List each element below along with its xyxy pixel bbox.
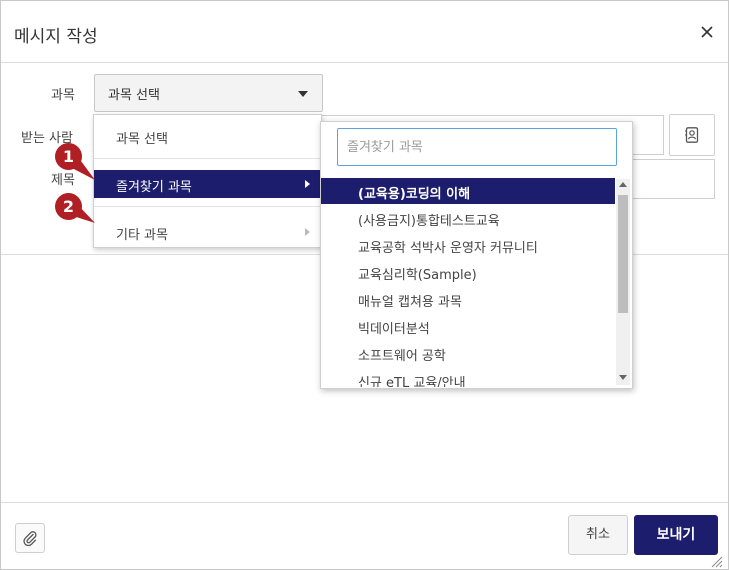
favorite-courses-submenu: (교육용)코딩의 이해 (사용금지)통합테스트교육 교육공학 석박사 운영자 커…: [320, 121, 633, 389]
list-item-label: 소프트웨어 공학: [358, 349, 446, 364]
address-book-icon: [685, 127, 699, 143]
callout-badge: 1: [55, 143, 82, 170]
list-item-label: 신규 eTL 교육/안내: [358, 376, 466, 387]
caret-right-icon: [305, 228, 310, 236]
course-label: 과목: [51, 88, 75, 103]
favorite-search-box: [337, 128, 617, 166]
scroll-down-icon[interactable]: [619, 375, 627, 380]
list-item-label: 매뉴얼 캡쳐용 과목: [358, 295, 462, 310]
list-item[interactable]: (교육용)코딩의 이해: [321, 178, 615, 204]
dialog-title: 메시지 작성: [14, 27, 98, 47]
list-item[interactable]: 신규 eTL 교육/안내: [321, 367, 615, 387]
dialog-header: 메시지 작성: [1, 1, 728, 63]
list-item[interactable]: 빅데이터분석: [321, 313, 615, 339]
list-item-label: (사용금지)통합테스트교육: [358, 214, 500, 229]
cancel-button[interactable]: 취소: [568, 515, 628, 555]
menu-divider: [94, 206, 321, 207]
menu-item-label: 즐겨찾기 과목: [116, 180, 192, 195]
list-item[interactable]: 소프트웨어 공학: [321, 340, 615, 366]
attach-file-button[interactable]: [15, 523, 45, 553]
resize-grip-icon[interactable]: [709, 554, 723, 568]
close-button[interactable]: [694, 19, 720, 45]
list-item[interactable]: 교육공학 석박사 운영자 커뮤니티: [321, 232, 615, 258]
list-item-label: 빅데이터분석: [358, 322, 430, 337]
course-dropdown-menu: 과목 선택 즐겨찾기 과목 기타 과목: [93, 114, 322, 248]
list-item[interactable]: 교육심리학(Sample): [321, 259, 615, 285]
footer-divider: [1, 502, 728, 503]
menu-item-favorite-courses[interactable]: 즐겨찾기 과목: [94, 170, 321, 198]
list-item[interactable]: (사용금지)통합테스트교육: [321, 205, 615, 231]
menu-item-other-courses[interactable]: 기타 과목: [94, 217, 321, 245]
caret-down-icon: [298, 91, 308, 97]
caret-right-icon: [305, 180, 310, 188]
list-item-label: 교육공학 석박사 운영자 커뮤니티: [358, 241, 538, 256]
send-button[interactable]: 보내기: [634, 515, 718, 555]
menu-divider: [94, 158, 321, 159]
menu-item-select-course[interactable]: 과목 선택: [94, 115, 321, 158]
course-select-value: 과목 선택: [108, 88, 160, 103]
paperclip-icon: [23, 531, 37, 546]
favorite-course-list: (교육용)코딩의 이해 (사용금지)통합테스트교육 교육공학 석박사 운영자 커…: [321, 177, 615, 387]
scrollbar-thumb[interactable]: [618, 195, 628, 313]
address-book-button[interactable]: [669, 114, 715, 156]
list-item[interactable]: 매뉴얼 캡쳐용 과목: [321, 286, 615, 312]
menu-item-label: 과목 선택: [116, 132, 168, 147]
course-select[interactable]: 과목 선택: [94, 74, 323, 112]
scroll-up-icon[interactable]: [619, 182, 627, 187]
menu-item-label: 기타 과목: [116, 228, 168, 243]
close-icon: [701, 26, 713, 38]
list-scrollbar[interactable]: [616, 179, 630, 385]
list-item-label: 교육심리학(Sample): [358, 268, 477, 283]
callout-badge: 2: [55, 193, 82, 220]
favorite-search-input[interactable]: [338, 129, 616, 165]
list-item-label: (교육용)코딩의 이해: [358, 187, 471, 202]
